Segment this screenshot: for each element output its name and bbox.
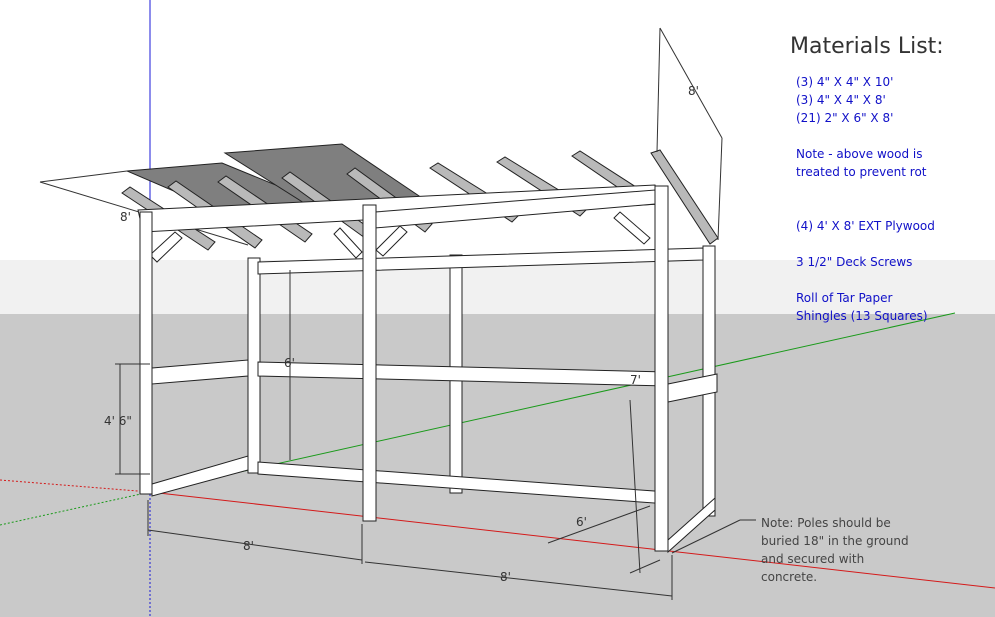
materials-title: Materials List:: [790, 34, 944, 59]
material-note: treated to prevent rot: [796, 165, 927, 179]
material-line: Shingles (13 Squares): [796, 309, 928, 323]
dim-label-bay-left: 8': [243, 539, 254, 553]
material-line: (21) 2" X 6" X 8': [796, 111, 894, 125]
dim-label-bay-right: 8': [500, 570, 511, 584]
front-post-mid: [362, 204, 377, 522]
materials-panel: Materials List: (3) 4" X 4" X 10' (3) 4"…: [790, 34, 990, 325]
dim-label-depth-7: 7': [630, 373, 641, 387]
material-note: Note - above wood is: [796, 147, 923, 161]
pole-note-line: concrete.: [761, 570, 818, 584]
dim-label-depth-6: 6': [576, 515, 587, 529]
dim-label-post-6: 6': [284, 356, 295, 370]
front-post-left: [139, 211, 153, 495]
front-post-right: [654, 185, 669, 552]
pole-note-line: Note: Poles should be: [761, 516, 891, 530]
material-line: (3) 4" X 4" X 8': [796, 93, 886, 107]
material-line: Roll of Tar Paper: [796, 291, 893, 305]
material-line: 3 1/2" Deck Screws: [796, 255, 913, 269]
dim-label-rail-height: 4' 6": [104, 414, 132, 428]
material-line: (3) 4" X 4" X 10': [796, 75, 894, 89]
pole-note: Note: Poles should be buried 18" in the …: [761, 514, 941, 586]
material-line: (4) 4' X 8' EXT Plywood: [796, 219, 935, 233]
dim-label-roof-left: 8': [120, 210, 131, 224]
pole-note-line: buried 18" in the ground: [761, 534, 909, 548]
pole-note-line: and secured with: [761, 552, 865, 566]
dim-label-roof-depth: 8': [688, 84, 699, 98]
